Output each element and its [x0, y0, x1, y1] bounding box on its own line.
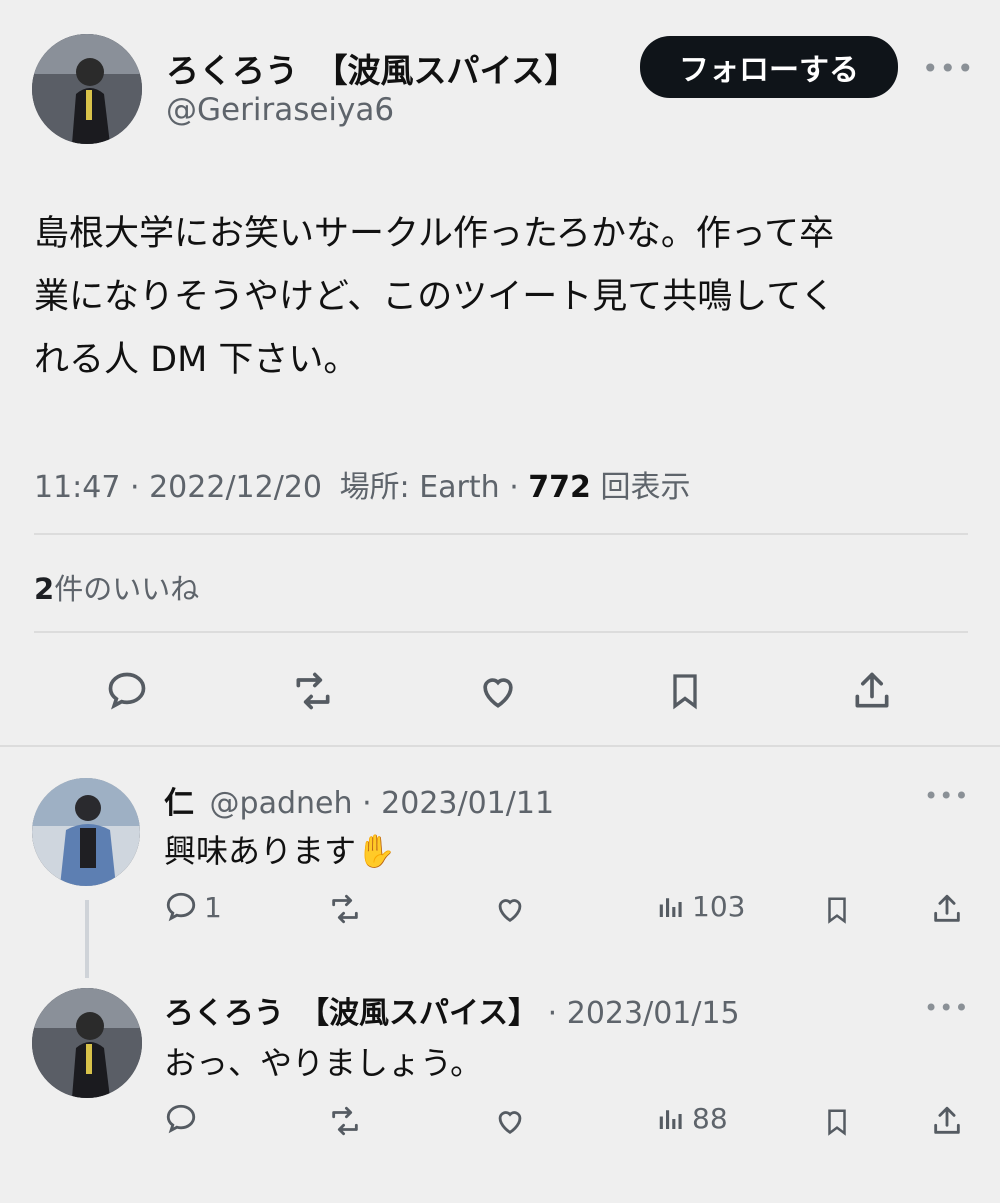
- tweet-date[interactable]: 2022/12/20: [149, 470, 322, 505]
- more-dots-icon[interactable]: •••: [924, 782, 969, 810]
- views-count: 88: [692, 1102, 728, 1135]
- share-icon[interactable]: [846, 664, 898, 718]
- reply-views[interactable]: 103: [656, 890, 745, 923]
- reply-name[interactable]: ろくろう 【波風スパイス】: [164, 996, 538, 1031]
- author-avatar[interactable]: [32, 34, 142, 144]
- retweet-icon[interactable]: [284, 664, 342, 718]
- share-icon[interactable]: [930, 1104, 964, 1138]
- reply-handle[interactable]: @padneh: [210, 786, 353, 821]
- tweet-meta: 11:47 · 2022/12/20 場所: Earth · 772 回表示: [34, 462, 690, 506]
- reply-header: 仁 @padneh · 2023/01/11: [164, 778, 554, 822]
- tweet-text-line-3: れる人 DM 下さい。: [34, 340, 359, 380]
- more-dots-icon[interactable]: •••: [922, 52, 975, 85]
- tweet-text-line-1: 島根大学にお笑いサークル作ったろかな。作って卒: [34, 214, 835, 254]
- like-icon[interactable]: [492, 892, 528, 926]
- reply-icon: [164, 890, 198, 924]
- views-count: 772: [528, 470, 591, 505]
- like-icon[interactable]: [492, 1104, 528, 1138]
- reply-views[interactable]: 88: [656, 1102, 728, 1135]
- reply-date[interactable]: 2023/01/15: [567, 996, 740, 1031]
- views-count: 103: [692, 890, 746, 923]
- meta-separator: ·: [130, 470, 150, 505]
- tweet-location: 場所: Earth: [339, 470, 500, 505]
- more-dots-icon[interactable]: •••: [924, 994, 969, 1022]
- share-icon[interactable]: [930, 892, 964, 926]
- reply-header: ろくろう 【波風スパイス】 · 2023/01/15: [164, 988, 740, 1032]
- reply-date[interactable]: 2023/01/11: [381, 786, 554, 821]
- author-handle[interactable]: @Geriraseiya6: [166, 92, 394, 128]
- bookmark-icon[interactable]: [660, 664, 710, 718]
- divider: [0, 745, 1000, 747]
- reply-name[interactable]: 仁: [164, 786, 194, 821]
- thread-line: [85, 900, 89, 978]
- divider: [34, 631, 968, 633]
- meta-separator: ·: [509, 470, 529, 505]
- likes-label: 件のいいね: [54, 572, 200, 606]
- tweet-text-line-2: 業になりそうやけど、このツイート見て共鳴してく: [34, 277, 836, 317]
- likes-count: 2: [34, 572, 55, 606]
- author-name[interactable]: ろくろう 【波風スパイス】: [166, 44, 578, 92]
- meta-separator: ·: [547, 996, 567, 1031]
- views-bar-icon: [656, 1104, 686, 1134]
- likes-summary[interactable]: 2件のいいね: [34, 566, 199, 608]
- bookmark-icon[interactable]: [822, 892, 852, 928]
- reply-icon[interactable]: [100, 664, 154, 718]
- bookmark-icon[interactable]: [822, 1104, 852, 1140]
- meta-separator: ·: [362, 786, 382, 821]
- like-icon[interactable]: [470, 664, 526, 718]
- tweet-text: 島根大学にお笑いサークル作ったろかな。作って卒 業になりそうやけど、このツイート…: [34, 203, 974, 392]
- retweet-icon[interactable]: [326, 1104, 364, 1138]
- tweet-time[interactable]: 11:47: [34, 470, 120, 505]
- reply-reply-button[interactable]: 1: [164, 890, 222, 924]
- follow-button[interactable]: フォローする: [640, 36, 898, 98]
- reply-icon[interactable]: [164, 1102, 198, 1136]
- reply-avatar[interactable]: [32, 778, 140, 886]
- reply-text: 興味あります✋: [164, 832, 396, 870]
- divider: [34, 533, 968, 535]
- reply-text: おっ、やりましょう。: [164, 1044, 483, 1082]
- views-label: 回表示: [600, 470, 691, 505]
- views-bar-icon: [656, 892, 686, 922]
- retweet-icon[interactable]: [326, 892, 364, 926]
- reply-count: 1: [204, 890, 222, 924]
- reply-avatar[interactable]: [32, 988, 142, 1098]
